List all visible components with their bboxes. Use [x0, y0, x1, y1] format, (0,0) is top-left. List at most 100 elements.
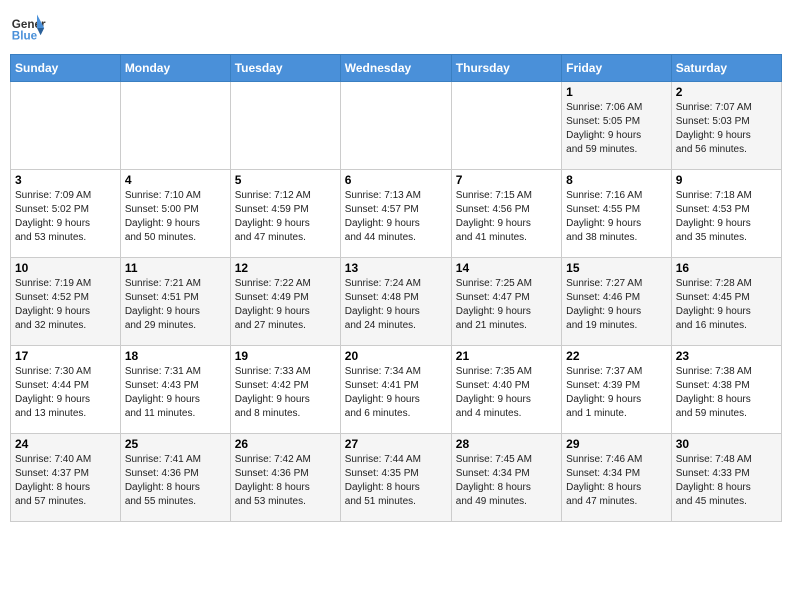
day-info: Sunrise: 7:41 AM Sunset: 4:36 PM Dayligh… [125, 453, 226, 509]
calendar-cell: 26 Sunrise: 7:42 AM Sunset: 4:36 PM Dayli… [230, 434, 340, 522]
weekday-header-wednesday: Wednesday [340, 55, 451, 82]
calendar-cell: 21 Sunrise: 7:35 AM Sunset: 4:40 PM Dayli… [451, 346, 561, 434]
day-info: Sunrise: 7:21 AM Sunset: 4:51 PM Dayligh… [125, 277, 226, 333]
day-info: Sunrise: 7:22 AM Sunset: 4:49 PM Dayligh… [235, 277, 336, 333]
day-info: Sunrise: 7:15 AM Sunset: 4:56 PM Dayligh… [456, 189, 557, 245]
calendar-cell: 20 Sunrise: 7:34 AM Sunset: 4:41 PM Dayli… [340, 346, 451, 434]
day-number: 20 [345, 349, 447, 363]
day-number: 25 [125, 437, 226, 451]
weekday-header-friday: Friday [562, 55, 672, 82]
day-number: 11 [125, 261, 226, 275]
weekday-header-sunday: Sunday [11, 55, 121, 82]
day-number: 23 [676, 349, 777, 363]
day-info: Sunrise: 7:24 AM Sunset: 4:48 PM Dayligh… [345, 277, 447, 333]
day-info: Sunrise: 7:33 AM Sunset: 4:42 PM Dayligh… [235, 365, 336, 421]
day-number: 1 [566, 85, 667, 99]
calendar-cell: 18 Sunrise: 7:31 AM Sunset: 4:43 PM Dayli… [120, 346, 230, 434]
day-info: Sunrise: 7:12 AM Sunset: 4:59 PM Dayligh… [235, 189, 336, 245]
day-info: Sunrise: 7:42 AM Sunset: 4:36 PM Dayligh… [235, 453, 336, 509]
calendar-cell: 22 Sunrise: 7:37 AM Sunset: 4:39 PM Dayli… [562, 346, 672, 434]
calendar-cell: 30Sunrise: 7:48 AM Sunset: 4:33 PM Dayli… [671, 434, 781, 522]
logo: General Blue [10, 10, 46, 46]
day-info: Sunrise: 7:40 AM Sunset: 4:37 PM Dayligh… [15, 453, 116, 509]
day-number: 3 [15, 173, 116, 187]
calendar-cell: 6 Sunrise: 7:13 AM Sunset: 4:57 PM Daylig… [340, 170, 451, 258]
day-info: Sunrise: 7:10 AM Sunset: 5:00 PM Dayligh… [125, 189, 226, 245]
day-info: Sunrise: 7:25 AM Sunset: 4:47 PM Dayligh… [456, 277, 557, 333]
day-info: Sunrise: 7:27 AM Sunset: 4:46 PM Dayligh… [566, 277, 667, 333]
day-number: 26 [235, 437, 336, 451]
page-header: General Blue [10, 10, 782, 46]
day-info: Sunrise: 7:13 AM Sunset: 4:57 PM Dayligh… [345, 189, 447, 245]
day-number: 28 [456, 437, 557, 451]
calendar-cell: 3Sunrise: 7:09 AM Sunset: 5:02 PM Daylig… [11, 170, 121, 258]
calendar-cell: 24Sunrise: 7:40 AM Sunset: 4:37 PM Dayli… [11, 434, 121, 522]
day-number: 13 [345, 261, 447, 275]
day-number: 4 [125, 173, 226, 187]
calendar-cell: 11 Sunrise: 7:21 AM Sunset: 4:51 PM Dayli… [120, 258, 230, 346]
day-number: 15 [566, 261, 667, 275]
calendar-cell: 12 Sunrise: 7:22 AM Sunset: 4:49 PM Dayli… [230, 258, 340, 346]
day-number: 5 [235, 173, 336, 187]
day-number: 17 [15, 349, 116, 363]
calendar-cell: 19Sunrise: 7:33 AM Sunset: 4:42 PM Dayli… [230, 346, 340, 434]
calendar-table: SundayMondayTuesdayWednesdayThursdayFrid… [10, 54, 782, 522]
day-number: 6 [345, 173, 447, 187]
day-number: 27 [345, 437, 447, 451]
day-info: Sunrise: 7:19 AM Sunset: 4:52 PM Dayligh… [15, 277, 116, 333]
day-info: Sunrise: 7:18 AM Sunset: 4:53 PM Dayligh… [676, 189, 777, 245]
calendar-cell: 8 Sunrise: 7:16 AM Sunset: 4:55 PM Daylig… [562, 170, 672, 258]
day-number: 30 [676, 437, 777, 451]
calendar-cell: 9 Sunrise: 7:18 AM Sunset: 4:53 PM Daylig… [671, 170, 781, 258]
svg-text:Blue: Blue [12, 30, 38, 43]
calendar-cell: 16 Sunrise: 7:28 AM Sunset: 4:45 PM Dayli… [671, 258, 781, 346]
calendar-cell: 7 Sunrise: 7:15 AM Sunset: 4:56 PM Daylig… [451, 170, 561, 258]
day-info: Sunrise: 7:30 AM Sunset: 4:44 PM Dayligh… [15, 365, 116, 421]
day-number: 22 [566, 349, 667, 363]
day-number: 16 [676, 261, 777, 275]
weekday-header-monday: Monday [120, 55, 230, 82]
weekday-header-tuesday: Tuesday [230, 55, 340, 82]
day-info: Sunrise: 7:35 AM Sunset: 4:40 PM Dayligh… [456, 365, 557, 421]
day-number: 2 [676, 85, 777, 99]
logo-icon: General Blue [10, 10, 46, 46]
calendar-cell: 28 Sunrise: 7:45 AM Sunset: 4:34 PM Dayli… [451, 434, 561, 522]
day-number: 29 [566, 437, 667, 451]
calendar-cell: 27 Sunrise: 7:44 AM Sunset: 4:35 PM Dayli… [340, 434, 451, 522]
calendar-cell: 13 Sunrise: 7:24 AM Sunset: 4:48 PM Dayli… [340, 258, 451, 346]
day-info: Sunrise: 7:31 AM Sunset: 4:43 PM Dayligh… [125, 365, 226, 421]
calendar-cell [451, 82, 561, 170]
calendar-cell: 17 Sunrise: 7:30 AM Sunset: 4:44 PM Dayli… [11, 346, 121, 434]
day-info: Sunrise: 7:07 AM Sunset: 5:03 PM Dayligh… [676, 101, 777, 157]
calendar-cell [120, 82, 230, 170]
day-number: 10 [15, 261, 116, 275]
day-number: 7 [456, 173, 557, 187]
calendar-cell: 10 Sunrise: 7:19 AM Sunset: 4:52 PM Dayli… [11, 258, 121, 346]
calendar-cell: 23 Sunrise: 7:38 AM Sunset: 4:38 PM Dayli… [671, 346, 781, 434]
calendar-cell: 2 Sunrise: 7:07 AM Sunset: 5:03 PM Daylig… [671, 82, 781, 170]
calendar-cell [340, 82, 451, 170]
day-number: 14 [456, 261, 557, 275]
day-number: 18 [125, 349, 226, 363]
day-info: Sunrise: 7:37 AM Sunset: 4:39 PM Dayligh… [566, 365, 667, 421]
day-number: 12 [235, 261, 336, 275]
day-info: Sunrise: 7:28 AM Sunset: 4:45 PM Dayligh… [676, 277, 777, 333]
calendar-cell: 5 Sunrise: 7:12 AM Sunset: 4:59 PM Daylig… [230, 170, 340, 258]
calendar-cell: 4 Sunrise: 7:10 AM Sunset: 5:00 PM Daylig… [120, 170, 230, 258]
weekday-header-thursday: Thursday [451, 55, 561, 82]
day-info: Sunrise: 7:46 AM Sunset: 4:34 PM Dayligh… [566, 453, 667, 509]
calendar-cell: 25 Sunrise: 7:41 AM Sunset: 4:36 PM Dayli… [120, 434, 230, 522]
calendar-cell: 14 Sunrise: 7:25 AM Sunset: 4:47 PM Dayli… [451, 258, 561, 346]
weekday-header-saturday: Saturday [671, 55, 781, 82]
day-number: 21 [456, 349, 557, 363]
day-info: Sunrise: 7:44 AM Sunset: 4:35 PM Dayligh… [345, 453, 447, 509]
day-number: 8 [566, 173, 667, 187]
day-info: Sunrise: 7:38 AM Sunset: 4:38 PM Dayligh… [676, 365, 777, 421]
calendar-header: SundayMondayTuesdayWednesdayThursdayFrid… [11, 55, 782, 82]
calendar-cell: 1Sunrise: 7:06 AM Sunset: 5:05 PM Daylig… [562, 82, 672, 170]
day-info: Sunrise: 7:34 AM Sunset: 4:41 PM Dayligh… [345, 365, 447, 421]
day-info: Sunrise: 7:45 AM Sunset: 4:34 PM Dayligh… [456, 453, 557, 509]
calendar-cell [230, 82, 340, 170]
day-number: 9 [676, 173, 777, 187]
day-info: Sunrise: 7:16 AM Sunset: 4:55 PM Dayligh… [566, 189, 667, 245]
